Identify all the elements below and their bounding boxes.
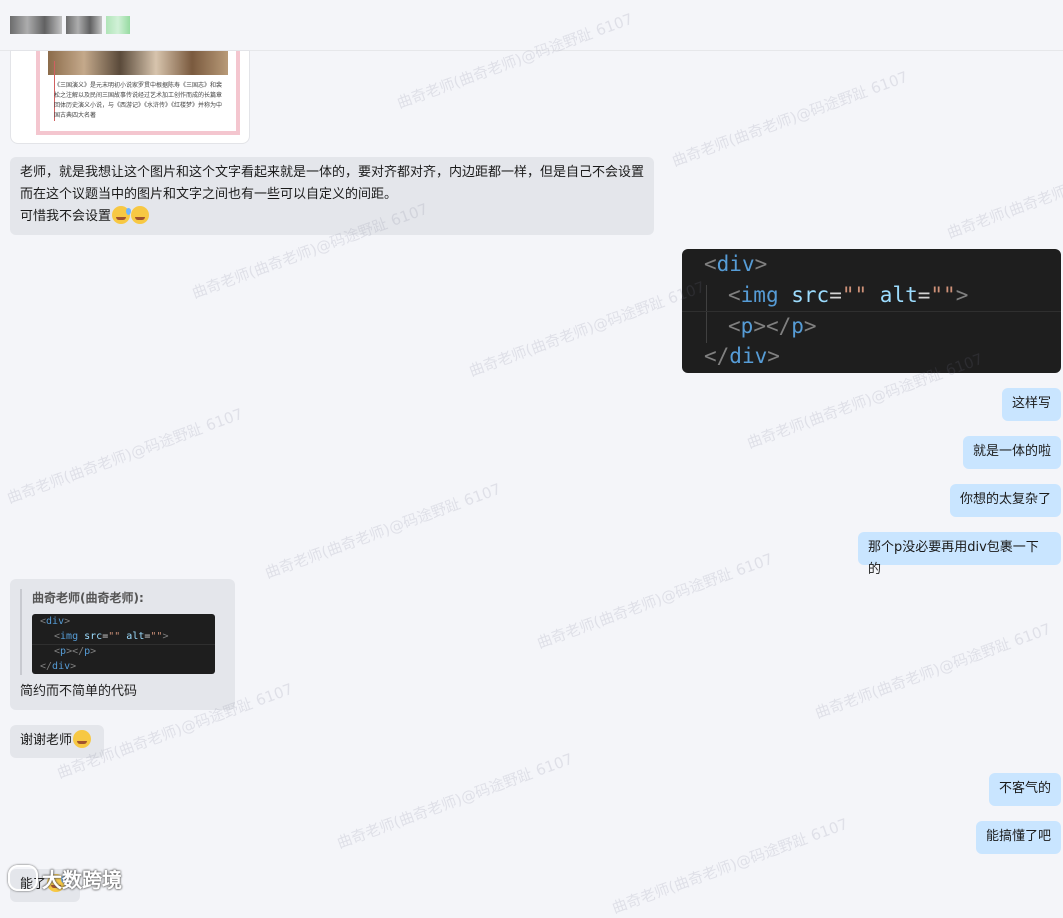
indent-guide [706, 285, 707, 343]
watermark: 曲奇老师(曲奇老师)@码途野趾 6107 [262, 479, 504, 583]
incoming-message[interactable]: 老师，就是我想让这个图片和这个文字看起来就是一体的，要对齐都对齐，内边距都一样，… [10, 157, 654, 235]
watermark: 曲奇老师(曲奇老师)@码途野趾 6107 [669, 67, 911, 171]
outgoing-message[interactable]: 你想的太复杂了 [950, 484, 1061, 517]
code-line-2: <img src="" alt=""> [54, 631, 169, 642]
outgoing-message[interactable]: 那个p没必要再用div包裹一下的 [858, 532, 1061, 577]
code-line-4: </div> [40, 661, 77, 672]
logo-mark-icon [8, 865, 38, 891]
watermark: 曲奇老师(曲奇老师)@码途野趾 6107 [466, 277, 708, 381]
code-image-message[interactable]: <div> <img src="" alt=""> <p></p> </div> [682, 249, 1061, 373]
code-line-3: <p></p> [54, 646, 97, 657]
watermark: 曲奇老师(曲奇老师)@码途野趾 6107 [812, 619, 1054, 723]
code-line-2: <img src="" alt=""> [728, 283, 969, 307]
watermark: 曲奇老师(曲奇老师)@码途野趾 6107 [334, 749, 576, 853]
watermark: 曲奇老师(曲奇老师)@码途野趾 6107 [609, 814, 851, 918]
quote-author: 曲奇老师(曲奇老师): [32, 591, 144, 605]
watermark: 曲奇老师(曲奇老师)@码途野趾 6107 [534, 549, 776, 653]
reply-text: 简约而不简单的代码 [20, 684, 138, 699]
chat-header [0, 0, 1063, 51]
image-frame: 《三国演义》是元末明初小说家罗贯中根据陈寿《三国志》和裴松之注解以及民间三国故事… [36, 51, 240, 135]
contact-name-blurred [10, 16, 130, 34]
watermark: 曲奇老师(曲奇老师)@码途野趾 6107 [4, 404, 246, 508]
quote-bar [20, 589, 22, 675]
brand-logo: 大数跨境 [8, 864, 122, 892]
painting-image [48, 51, 228, 75]
smile-emoji-icon [73, 730, 92, 748]
code-line-1: <div> [704, 252, 768, 276]
quoted-reply-message[interactable]: 曲奇老师(曲奇老师): <div> <img src="" alt=""> <p… [10, 579, 235, 710]
message-line: 可惜我不会设置 [20, 206, 644, 228]
outgoing-message[interactable]: 能搞懂了吧 [976, 821, 1061, 854]
message-text: 可惜我不会设置 [20, 209, 112, 224]
image-caption: 《三国演义》是元末明初小说家罗贯中根据陈寿《三国志》和裴松之注解以及民间三国故事… [54, 82, 223, 119]
quoted-code-image[interactable]: <div> <img src="" alt=""> <p></p> </div> [32, 614, 215, 674]
watermark: 曲奇老师(曲奇老师)@码途野趾 6107 [944, 140, 1063, 243]
code-line-4: </div> [704, 344, 780, 368]
code-line-3: <p></p> [728, 314, 817, 338]
message-line: 而在这个议题当中的图片和文字之间也有一些可以自定义的间距。 [20, 187, 398, 202]
outgoing-message[interactable]: 就是一体的啦 [963, 436, 1061, 469]
pout-emoji-icon [131, 206, 150, 224]
message-line: 老师，就是我想让这个图片和这个文字看起来就是一体的，要对齐都对齐，内边距都一样，… [20, 165, 645, 180]
outgoing-message[interactable]: 这样写 [1002, 388, 1061, 421]
logo-text: 大数跨境 [42, 867, 122, 892]
outgoing-message[interactable]: 不客气的 [989, 773, 1061, 806]
code-line-1: <div> [40, 616, 71, 627]
incoming-message[interactable]: 谢谢老师 [10, 725, 104, 758]
message-text: 谢谢老师 [20, 733, 73, 748]
shared-image-message[interactable]: 《三国演义》是元末明初小说家罗贯中根据陈寿《三国志》和裴松之注解以及民间三国故事… [10, 50, 250, 144]
sweat-emoji-icon [112, 206, 132, 224]
